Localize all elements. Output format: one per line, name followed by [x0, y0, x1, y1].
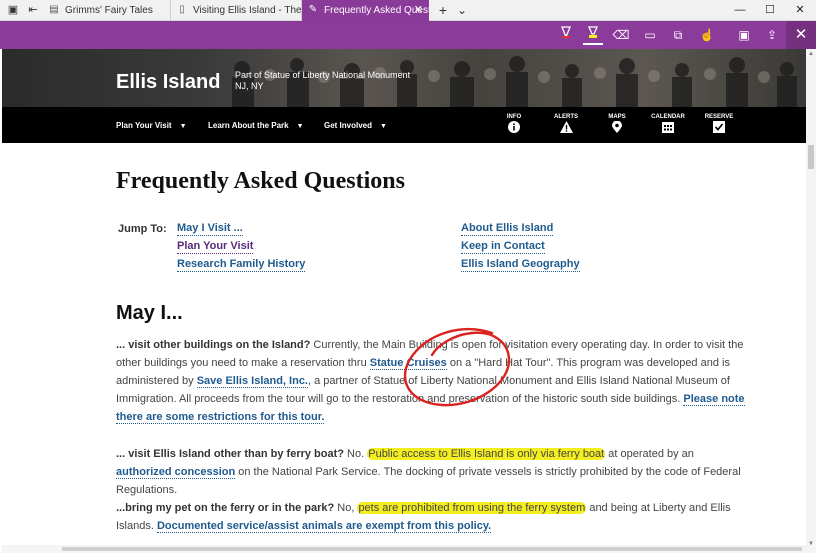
nav-label: Plan Your Visit: [116, 121, 172, 130]
caret-down-icon: ▼: [296, 123, 304, 130]
nav-maps[interactable]: MAPS: [594, 113, 640, 137]
ink-highlight: pets are prohibited from using the ferry…: [357, 502, 587, 514]
eraser-icon[interactable]: ⌫: [611, 25, 631, 45]
clip-icon[interactable]: ⧉: [668, 25, 688, 45]
chevron-down-icon[interactable]: ⌄: [455, 3, 469, 17]
jump-link-ellis-island-geography[interactable]: Ellis Island Geography: [461, 258, 580, 272]
park-title: Ellis Island: [116, 71, 221, 93]
calendar-icon: [645, 121, 691, 137]
jump-link-plan-your-visit[interactable]: Plan Your Visit: [177, 240, 254, 254]
nav-icon-label: ALERTS: [554, 114, 578, 120]
faq-question: ... visit other buildings on the Island?: [116, 339, 311, 351]
section-heading-may-i: May I...: [116, 302, 183, 324]
horizontal-scroll-thumb[interactable]: [62, 547, 802, 551]
add-note-icon[interactable]: ▭: [640, 25, 660, 45]
nav-icon-label: CALENDAR: [651, 114, 685, 120]
horizontal-scrollbar[interactable]: [2, 545, 806, 553]
jump-link-about-ellis-island[interactable]: About Ellis Island: [461, 222, 554, 236]
tab-actions-icon[interactable]: ▣: [6, 3, 20, 17]
close-window-icon[interactable]: ✕: [785, 0, 815, 21]
nav-icon-label: MAPS: [608, 114, 626, 120]
tab-ellis-visit[interactable]: ▯ Visiting Ellis Island - The Sta: [171, 0, 302, 21]
ink-highlight: Public access to Ellis Island is only vi…: [367, 448, 606, 460]
save-icon[interactable]: ▣: [734, 25, 754, 45]
site-nav: Plan Your Visit ▼ Learn About the Park ▼ G…: [2, 107, 806, 143]
info-icon: [491, 121, 537, 137]
exit-ink-icon[interactable]: ✕: [786, 21, 816, 49]
nav-learn-about-park[interactable]: Learn About the Park ▼: [208, 121, 304, 130]
caret-down-icon: ▼: [179, 123, 187, 130]
faq-question: ... visit Ellis Island other than by fer…: [116, 448, 344, 460]
tab-grimms[interactable]: ▤ Grimms' Fairy Tales: [43, 0, 171, 21]
checkbox-icon: [696, 121, 742, 137]
park-subtitle-line2: NJ, NY: [235, 81, 264, 91]
authorized-concession-link[interactable]: authorized concession: [116, 466, 236, 479]
tab-faq[interactable]: ✎ Frequently Asked Quest ✕: [302, 0, 429, 21]
nav-label: Learn About the Park: [208, 121, 289, 130]
book-icon: ▤: [49, 4, 59, 15]
scroll-thumb[interactable]: [808, 145, 814, 169]
alert-icon: [543, 121, 589, 137]
service-animals-link[interactable]: Documented service/assist animals are ex…: [156, 520, 492, 533]
set-aside-tabs-icon[interactable]: ⇤: [26, 3, 40, 17]
jump-link-keep-in-contact[interactable]: Keep in Contact: [461, 240, 545, 254]
page-title: Frequently Asked Questions: [116, 168, 405, 194]
nav-calendar[interactable]: CALENDAR: [645, 113, 691, 137]
nav-plan-your-visit[interactable]: Plan Your Visit ▼: [116, 121, 187, 130]
faq-text: No.: [344, 448, 368, 460]
faq-pets: ...bring my pet on the ferry or in the p…: [116, 499, 746, 535]
main-content: Frequently Asked Questions Jump To: May …: [2, 143, 806, 545]
faq-ferry-boat: ... visit Ellis Island other than by fer…: [116, 445, 746, 499]
ballpoint-pen-icon[interactable]: [556, 25, 576, 45]
statue-cruises-link[interactable]: Statue Cruises: [369, 357, 447, 370]
map-pin-icon: [594, 120, 640, 137]
tab-title: Grimms' Fairy Tales: [65, 5, 153, 16]
close-tab-icon[interactable]: ✕: [414, 0, 423, 21]
tab-bar: ▣ ⇤ ▤ Grimms' Fairy Tales ▯ Visiting Ell…: [0, 0, 816, 21]
ink-toolbar: ⌫ ▭ ⧉ ☝ ▣ ⇪ ✕: [0, 21, 816, 49]
nav-label: Get Involved: [324, 121, 373, 130]
touch-writing-icon[interactable]: ☝: [697, 25, 717, 45]
park-subtitle-line1: Part of Statue of Liberty National Monum…: [235, 70, 411, 80]
scroll-down-icon[interactable]: ▼: [806, 541, 816, 547]
save-ellis-island-link[interactable]: Save Ellis Island, Inc.: [196, 375, 308, 388]
nav-reserve[interactable]: RESERVE: [696, 113, 742, 137]
share-icon[interactable]: ⇪: [762, 25, 782, 45]
faq-question: ...bring my pet on the ferry or in the p…: [116, 502, 335, 514]
faq-text: No,: [334, 502, 358, 514]
nav-icon-label: RESERVE: [704, 114, 734, 120]
park-subtitle: Part of Statue of Liberty National Monum…: [235, 70, 410, 92]
faq-other-buildings: ... visit other buildings on the Island?…: [116, 336, 746, 426]
hero-banner: Ellis Island Part of Statue of Liberty N…: [2, 49, 806, 107]
faq-text: at operated by an: [605, 448, 694, 460]
jump-link-research-family-history[interactable]: Research Family History: [177, 258, 306, 272]
nav-icon-label: INFO: [506, 114, 522, 120]
tab-title: Visiting Ellis Island - The Sta: [193, 5, 302, 16]
reading-view-icon: ▯: [179, 4, 185, 15]
nav-alerts[interactable]: ALERTS: [543, 113, 589, 137]
highlighter-icon[interactable]: [583, 25, 603, 45]
caret-down-icon: ▼: [380, 123, 387, 130]
vertical-scrollbar[interactable]: ▲ ▼: [806, 49, 816, 553]
jump-to-label: Jump To:: [118, 223, 167, 235]
new-tab-icon[interactable]: +: [436, 3, 450, 17]
pen-icon: ✎: [308, 4, 318, 15]
nav-info[interactable]: INFO: [491, 113, 537, 137]
scroll-up-icon[interactable]: ▲: [806, 51, 816, 57]
nav-get-involved[interactable]: Get Involved ▼: [324, 121, 387, 130]
maximize-icon[interactable]: ☐: [755, 0, 785, 21]
jump-link-may-i-visit[interactable]: May I Visit ...: [177, 222, 243, 236]
minimize-icon[interactable]: —: [725, 0, 755, 21]
